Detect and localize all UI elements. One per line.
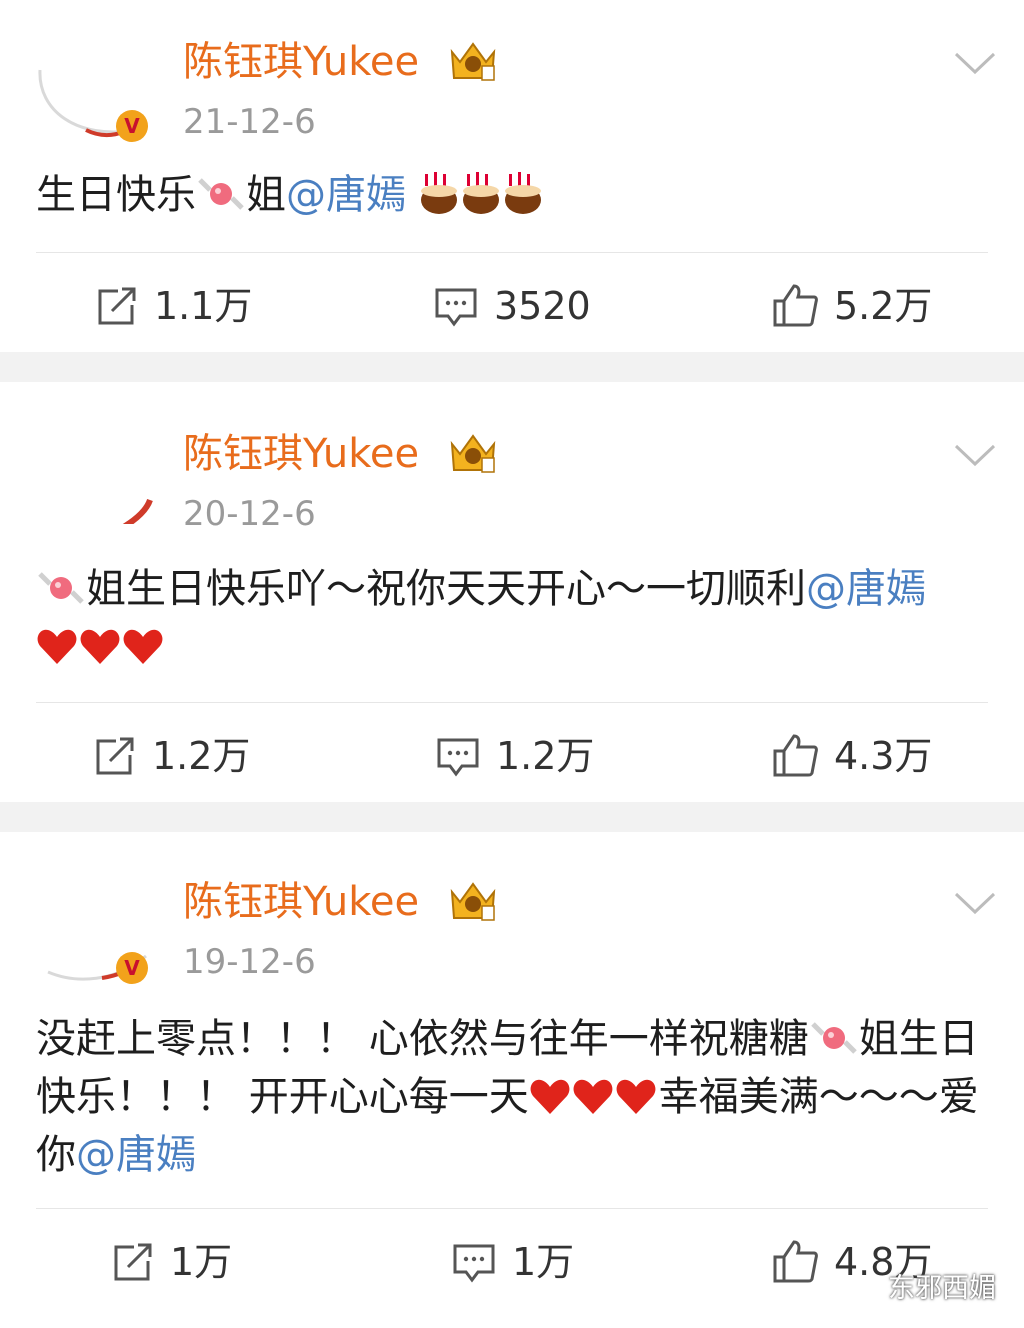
crown-badge-icon [450, 42, 496, 81]
comment-bubble-icon [435, 288, 477, 327]
candy-icon [810, 1022, 857, 1054]
heart-icon [37, 629, 163, 664]
post-card: V 陈钰琪Yukee 19-12-6 没赶上零点！！！ 心依然与往年一样祝糖糖姐… [0, 832, 1024, 1328]
thumbs-up-icon [773, 734, 818, 777]
share-box-icon [96, 737, 134, 775]
post-date: 20-12-6 [183, 494, 316, 534]
post-date: 21-12-6 [183, 102, 316, 142]
username[interactable]: 陈钰琪Yukee [183, 430, 419, 478]
thumbs-up-icon [773, 284, 818, 327]
crown-badge-icon [450, 882, 496, 921]
chevron-down-icon[interactable] [952, 48, 998, 76]
avatar[interactable]: V [36, 30, 156, 150]
post-text: 生日快乐 姐@唐嫣 [36, 166, 996, 224]
like-button[interactable]: 4.3万 [772, 732, 932, 780]
heart-icon [530, 1079, 656, 1114]
mention-link[interactable]: @唐嫣 [806, 566, 926, 612]
comment-button[interactable]: 3520 [434, 282, 591, 330]
crown-badge-icon [450, 434, 496, 473]
post-text: 姐生日快乐吖～祝你天天开心～一切顺利@唐嫣 [36, 560, 996, 676]
like-button[interactable]: 5.2万 [772, 282, 932, 330]
repost-button[interactable]: 1.1万 [96, 282, 252, 330]
watermark: 东邪西媚 [848, 1266, 996, 1305]
mention-link[interactable]: @唐嫣 [286, 172, 406, 218]
share-box-icon [98, 287, 136, 325]
share-box-icon [114, 1243, 152, 1281]
repost-button[interactable]: 1.2万 [94, 732, 250, 780]
repost-button[interactable]: 1万 [112, 1238, 232, 1286]
candy-icon [38, 572, 84, 604]
divider [36, 702, 988, 703]
post-card: V 陈钰琪Yukee 21-12-6 生日快乐 姐@唐嫣 1.1万 3520 5.… [0, 0, 1024, 352]
username[interactable]: 陈钰琪Yukee [183, 38, 419, 86]
post-card: 陈钰琪Yukee 20-12-6 姐生日快乐吖～祝你天天开心～一切顺利@唐嫣 1… [0, 382, 1024, 802]
svg-text:V: V [124, 956, 140, 980]
divider [36, 1208, 988, 1209]
post-text: 没赶上零点！！！ 心依然与往年一样祝糖糖 姐生日快乐！！！ 开开心心每一天 幸福美… [36, 1016, 979, 1178]
comment-button[interactable]: 1.2万 [436, 732, 594, 780]
comment-bubble-icon [437, 738, 479, 777]
username[interactable]: 陈钰琪Yukee [183, 878, 419, 926]
wechat-icon [849, 1275, 880, 1298]
avatar[interactable] [36, 404, 156, 524]
chevron-down-icon[interactable] [952, 440, 998, 468]
divider [36, 252, 988, 253]
candy-icon [198, 178, 244, 210]
avatar[interactable]: V [36, 880, 156, 1000]
comment-button[interactable]: 1万 [452, 1238, 574, 1286]
chevron-down-icon[interactable] [952, 888, 998, 916]
comment-bubble-icon [453, 1244, 495, 1283]
cake-icon [420, 172, 541, 214]
post-date: 19-12-6 [183, 942, 316, 982]
thumbs-up-icon [773, 1240, 818, 1283]
svg-text:V: V [124, 114, 140, 138]
mention-link[interactable]: @唐嫣 [76, 1132, 196, 1178]
